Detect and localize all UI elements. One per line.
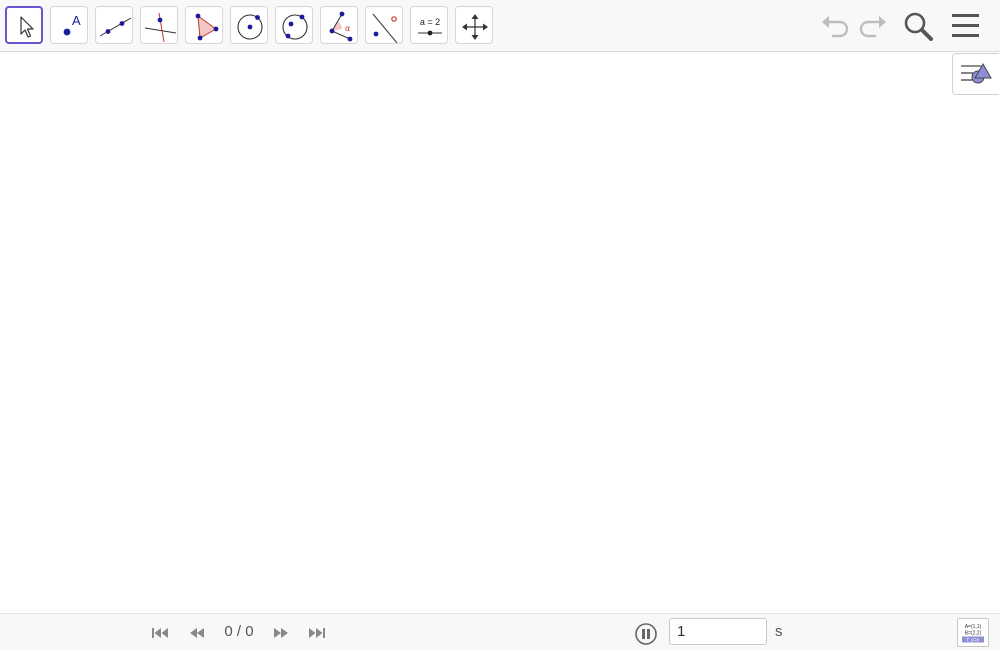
move-graphics-view-icon: [462, 14, 488, 40]
move-arrow-icon: [20, 16, 34, 38]
hamburger-menu-icon: [952, 14, 979, 37]
step-back-icon: [190, 628, 204, 638]
circle-center-point-icon: [237, 14, 263, 40]
search-button[interactable]: [900, 8, 936, 44]
algebra-icon-line-1: A=(1,1): [965, 624, 982, 630]
redo-button[interactable]: [854, 8, 890, 44]
main-menu-button[interactable]: [948, 8, 984, 44]
pan-tool-button[interactable]: [455, 6, 493, 44]
graphics-view[interactable]: [0, 52, 1000, 613]
playbar: 0 / 0 s A=(1,1) B=(2,2) f: y=x: [0, 613, 1000, 650]
move-tool-button[interactable]: [5, 6, 43, 44]
pause-icon[interactable]: [634, 622, 658, 646]
polygon-icon: [195, 13, 219, 41]
step-forward-icon: [274, 628, 288, 638]
line-through-two-points-icon: [99, 17, 132, 37]
line-tool-button[interactable]: [95, 6, 133, 44]
point-tool-button[interactable]: A: [50, 6, 88, 44]
slider-icon: a = 2: [418, 17, 442, 36]
point-icon: A: [63, 13, 81, 36]
perpendicular-line-icon: [144, 12, 177, 43]
style-bar-toggle-icon: [961, 62, 992, 84]
algebra-icon-line-2: B=(2,2): [965, 631, 982, 637]
circle-tool-button[interactable]: [230, 6, 268, 44]
algebra-view-icon: A=(1,1) B=(2,2) f: y=x: [962, 624, 984, 643]
perpendicular-tool-button[interactable]: [140, 6, 178, 44]
angle-tool-button[interactable]: α: [320, 6, 358, 44]
toolbar: A α a = 2: [0, 0, 1000, 52]
circle-three-points-icon: [282, 14, 308, 40]
slider-tool-button[interactable]: a = 2: [410, 6, 448, 44]
point-label: A: [72, 13, 81, 28]
reflect-about-line-icon: [372, 13, 398, 43]
angle-label: α: [345, 24, 350, 33]
angle-icon: α: [329, 11, 353, 42]
undo-button[interactable]: [818, 8, 854, 44]
reflect-tool-button[interactable]: [365, 6, 403, 44]
speed-unit: s: [775, 623, 783, 640]
first-step-button[interactable]: [149, 624, 171, 642]
step-counter: 0 / 0: [224, 623, 254, 640]
search-icon: [904, 12, 933, 41]
undo-icon: [822, 16, 849, 38]
skip-to-last-icon: [309, 628, 325, 638]
algebra-view-toggle[interactable]: A=(1,1) B=(2,2) f: y=x: [957, 618, 989, 647]
skip-to-first-icon: [152, 628, 168, 638]
speed-input[interactable]: [669, 618, 767, 645]
circle-three-points-tool-button[interactable]: [275, 6, 313, 44]
algebra-icon-line-3: f: y=x: [967, 637, 980, 643]
redo-icon: [859, 16, 886, 38]
last-step-button[interactable]: [306, 624, 328, 642]
slider-label: a = 2: [420, 17, 440, 27]
polygon-tool-button[interactable]: [185, 6, 223, 44]
next-step-button[interactable]: [270, 624, 292, 642]
previous-step-button[interactable]: [186, 624, 208, 642]
style-bar-toggle-button[interactable]: [952, 53, 999, 95]
